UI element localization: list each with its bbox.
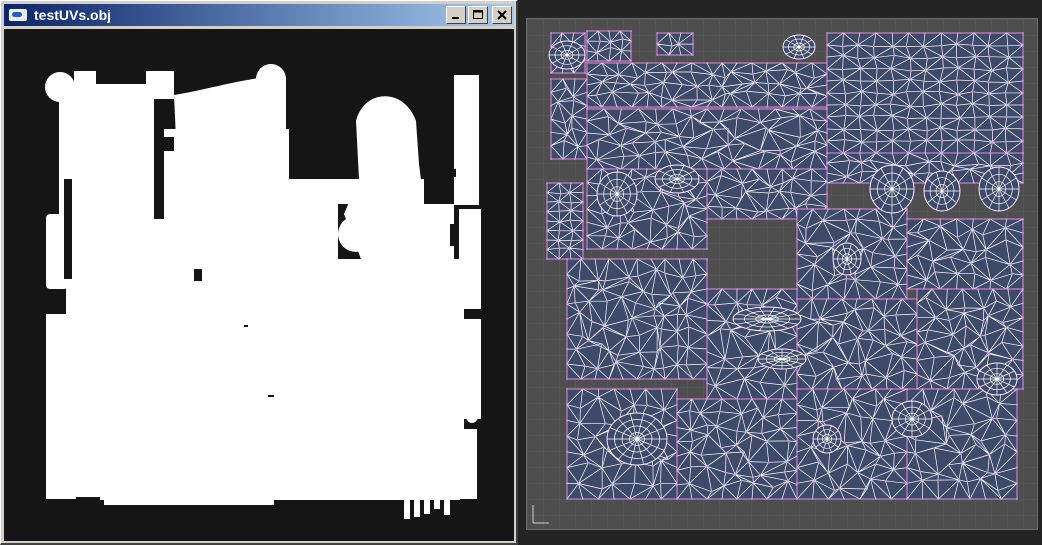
uv-shell	[654, 164, 700, 194]
uv-shell	[586, 30, 632, 62]
uv-shell	[826, 32, 1024, 154]
uv-shell	[923, 170, 961, 212]
uv-shell	[606, 412, 668, 466]
uv-shell	[656, 32, 694, 56]
uv-shell	[796, 388, 908, 500]
uv-mask-window: testUVs.obj	[0, 0, 518, 545]
uv-shell	[976, 362, 1018, 396]
uv-shell	[869, 164, 915, 214]
uv-shell	[548, 40, 586, 70]
maximize-icon	[473, 10, 483, 19]
uv-editor-viewport[interactable]	[526, 18, 1038, 530]
uv-mask-shapes	[45, 64, 481, 519]
uv-shell	[796, 298, 918, 390]
uv-shell	[550, 78, 588, 160]
title-bar[interactable]: testUVs.obj	[4, 4, 514, 26]
uv-shell	[546, 182, 584, 260]
uv-shell	[596, 171, 638, 217]
uv-shell	[586, 108, 828, 170]
uv-shell	[732, 306, 802, 332]
uv-shell	[812, 424, 842, 454]
uv-shell	[566, 258, 708, 380]
obj-file-icon	[8, 8, 28, 22]
minimize-icon	[452, 17, 459, 19]
uv-shell	[706, 288, 798, 400]
caption-buttons	[446, 6, 512, 24]
uv-shell	[757, 348, 807, 370]
close-button[interactable]	[492, 6, 512, 24]
uv-layout-wireframe	[527, 19, 1037, 529]
uv-shell	[832, 242, 862, 276]
uv-shell	[906, 218, 1024, 290]
uv-shell	[978, 166, 1020, 212]
uv-shell	[676, 398, 798, 500]
minimize-button[interactable]	[446, 6, 466, 24]
window-title: testUVs.obj	[34, 7, 112, 23]
close-icon	[497, 10, 507, 20]
uv-shell	[891, 400, 933, 438]
uv-shell	[782, 34, 816, 60]
uv-mask-canvas	[4, 29, 514, 541]
maximize-button[interactable]	[468, 6, 488, 24]
uv-shell	[586, 62, 828, 108]
